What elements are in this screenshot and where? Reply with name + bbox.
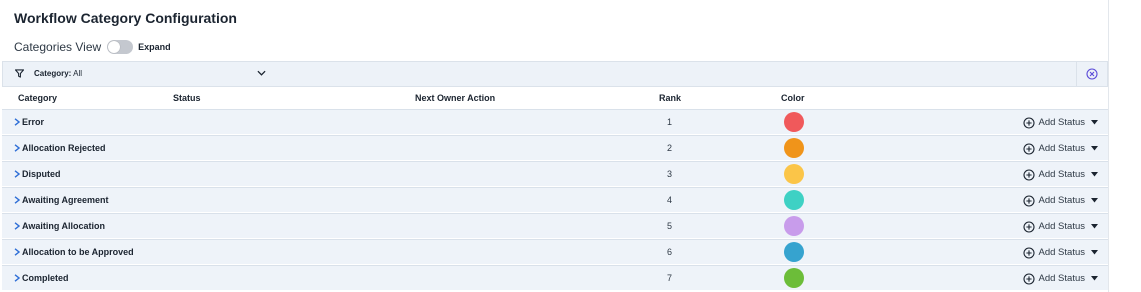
rank-value: 6 — [667, 247, 673, 257]
rank-value: 3 — [667, 169, 673, 179]
add-status-button[interactable]: Add Status — [1022, 116, 1098, 129]
add-status-label: Add Status — [1038, 169, 1085, 180]
category-name: Awaiting Agreement — [22, 195, 109, 205]
category-filter-value: All — [73, 69, 83, 78]
chevron-right-icon[interactable] — [14, 170, 20, 178]
rank-value: 7 — [667, 273, 673, 283]
chevron-right-icon[interactable] — [14, 274, 20, 282]
plus-circle-icon — [1022, 194, 1035, 207]
color-swatch[interactable] — [784, 138, 804, 158]
add-status-label: Add Status — [1038, 195, 1085, 206]
category-name: Awaiting Allocation — [22, 221, 106, 231]
category-name: Completed — [22, 273, 69, 283]
chevron-right-icon[interactable] — [14, 222, 20, 230]
add-status-label: Add Status — [1038, 117, 1085, 128]
table-row[interactable]: Awaiting Allocation 5 Add Status — [2, 213, 1108, 238]
add-status-button[interactable]: Add Status — [1022, 142, 1098, 155]
add-status-button[interactable]: Add Status — [1022, 194, 1098, 207]
add-status-button[interactable]: Add Status — [1022, 168, 1098, 181]
category-filter-dropdown[interactable]: Category: All — [34, 69, 82, 78]
table-row[interactable]: Error 1 Add Status — [2, 109, 1108, 134]
add-status-label: Add Status — [1038, 143, 1085, 154]
categories-view-row: Categories View Expand — [14, 39, 171, 55]
plus-circle-icon — [1022, 246, 1035, 259]
rank-value: 1 — [667, 117, 673, 127]
add-status-button[interactable]: Add Status — [1022, 246, 1098, 259]
table-header: Category Status Next Owner Action Rank C… — [2, 88, 1108, 108]
plus-circle-icon — [1022, 272, 1035, 285]
caret-down-icon[interactable] — [1091, 172, 1098, 177]
expand-toggle[interactable] — [107, 40, 134, 54]
plus-circle-icon — [1022, 116, 1035, 129]
caret-down-icon[interactable] — [1091, 250, 1098, 255]
plus-circle-icon — [1022, 220, 1035, 233]
table-row[interactable]: Allocation Rejected 2 Add Status — [2, 135, 1108, 160]
color-swatch[interactable] — [784, 216, 804, 236]
category-name: Allocation to be Approved — [22, 247, 134, 257]
caret-down-icon[interactable] — [1091, 120, 1098, 125]
category-filter-bar: Category: All — [2, 61, 1108, 87]
table-row[interactable]: Completed 7 Add Status — [2, 265, 1108, 290]
chevron-right-icon[interactable] — [14, 118, 20, 126]
header-status[interactable]: Status — [173, 93, 201, 103]
header-color[interactable]: Color — [781, 93, 805, 103]
header-next-owner-action[interactable]: Next Owner Action — [415, 93, 495, 103]
plus-circle-icon — [1022, 168, 1035, 181]
chevron-down-icon[interactable] — [257, 70, 266, 76]
expand-toggle-label: Expand — [138, 42, 171, 52]
clear-circle-x-icon — [1086, 68, 1098, 80]
color-swatch[interactable] — [784, 268, 804, 288]
color-swatch[interactable] — [784, 242, 804, 262]
caret-down-icon[interactable] — [1091, 224, 1098, 229]
caret-down-icon[interactable] — [1091, 198, 1098, 203]
rank-value: 2 — [667, 143, 673, 153]
add-status-label: Add Status — [1038, 273, 1085, 284]
add-status-button[interactable]: Add Status — [1022, 272, 1098, 285]
panel-right-border — [1108, 0, 1109, 292]
table-row[interactable]: Awaiting Agreement 4 Add Status — [2, 187, 1108, 212]
filter-funnel-icon — [15, 69, 24, 78]
color-swatch[interactable] — [784, 190, 804, 210]
category-name: Allocation Rejected — [22, 143, 106, 153]
category-name: Disputed — [22, 169, 61, 179]
color-swatch[interactable] — [784, 112, 804, 132]
caret-down-icon[interactable] — [1091, 146, 1098, 151]
color-swatch[interactable] — [784, 164, 804, 184]
page-title: Workflow Category Configuration — [14, 10, 237, 26]
toggle-knob — [108, 41, 121, 53]
chevron-right-icon[interactable] — [14, 248, 20, 256]
table-row[interactable]: Allocation to be Approved 6 Add Status — [2, 239, 1108, 264]
rank-value: 4 — [667, 195, 673, 205]
caret-down-icon[interactable] — [1091, 276, 1098, 281]
table-row[interactable]: Disputed 3 Add Status — [2, 161, 1108, 186]
header-category[interactable]: Category — [18, 93, 57, 103]
plus-circle-icon — [1022, 142, 1035, 155]
add-status-label: Add Status — [1038, 221, 1085, 232]
categories-view-label: Categories View — [14, 40, 102, 54]
category-filter-label: Category: — [34, 69, 72, 78]
chevron-right-icon[interactable] — [14, 196, 20, 204]
header-rank[interactable]: Rank — [659, 93, 681, 103]
clear-filter-button[interactable] — [1076, 62, 1107, 86]
chevron-right-icon[interactable] — [14, 144, 20, 152]
add-status-button[interactable]: Add Status — [1022, 220, 1098, 233]
add-status-label: Add Status — [1038, 247, 1085, 258]
category-name: Error — [22, 117, 45, 127]
rank-value: 5 — [667, 221, 673, 231]
